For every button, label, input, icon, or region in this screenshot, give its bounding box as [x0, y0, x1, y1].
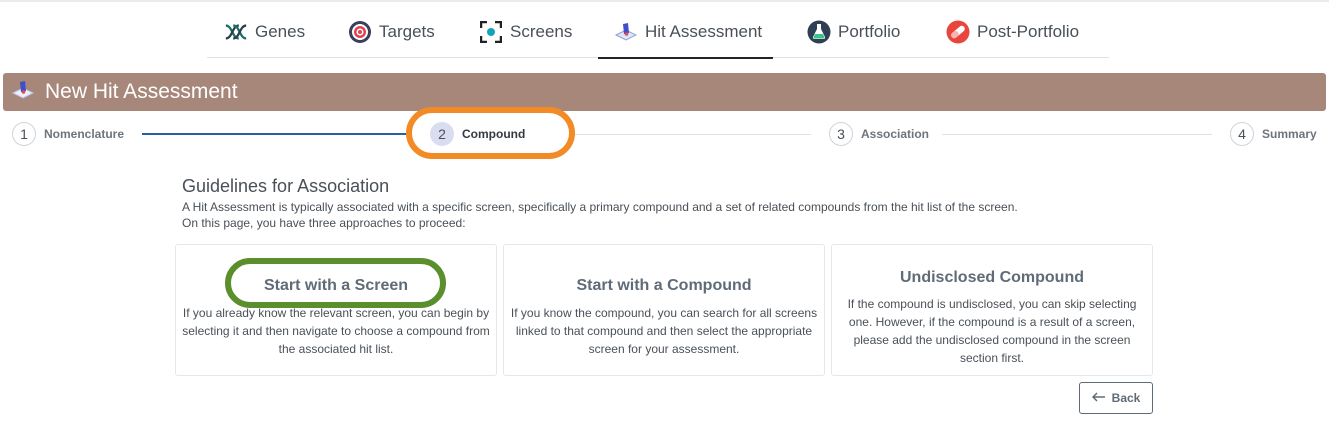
back-button[interactable]: Back	[1079, 382, 1153, 414]
step-summary[interactable]: 4 Summary	[1230, 122, 1317, 146]
back-label: Back	[1111, 391, 1141, 405]
dna-icon	[224, 20, 248, 44]
guidelines-title: Guidelines for Association	[182, 176, 390, 196]
step-label: Association	[861, 127, 930, 141]
nav-hit-assessment[interactable]: Hit Assessment	[598, 6, 773, 59]
nav-portfolio[interactable]: Portfolio	[807, 6, 900, 58]
step-number: 4	[1230, 122, 1254, 146]
guidelines-text: A Hit Assessment is typically associated…	[182, 199, 1162, 231]
screen-icon	[479, 20, 503, 44]
nav-label: Screens	[510, 22, 573, 41]
page-banner: New Hit Assessment	[3, 73, 1326, 111]
nav-genes[interactable]: Genes	[224, 6, 305, 58]
highlight-ring-orange	[406, 107, 575, 159]
step-label: Summary	[1262, 127, 1317, 141]
nav-label: Post-Portfolio	[977, 22, 1080, 41]
nav-screens[interactable]: Screens	[479, 6, 572, 58]
nav-label: Genes	[255, 22, 306, 41]
option-description: If you already know the relevant screen,…	[182, 306, 490, 356]
option-title: Undisclosed Compound	[900, 269, 1084, 286]
option-description: If the compound is undisclosed, you can …	[847, 297, 1137, 365]
nav-post-portfolio[interactable]: Post-Portfolio	[946, 6, 1079, 58]
step-nomenclature[interactable]: 1 Nomenclature	[12, 122, 124, 146]
step-connector	[570, 134, 811, 135]
highlight-ring-green	[225, 258, 446, 308]
page-title: New Hit Assessment	[45, 80, 238, 103]
nav-label: Hit Assessment	[645, 22, 763, 41]
flask-icon	[807, 20, 831, 44]
option-card-compound[interactable]: Start with a Compound If you know the co…	[503, 244, 825, 376]
nav-targets[interactable]: Targets	[348, 6, 435, 58]
step-association[interactable]: 3 Association	[829, 122, 929, 146]
step-connector-done	[142, 133, 410, 135]
step-label: Nomenclature	[44, 127, 125, 141]
nav-label: Targets	[379, 22, 435, 41]
step-number: 1	[12, 122, 36, 146]
hit-assessment-icon	[11, 79, 35, 106]
step-connector	[942, 134, 1212, 135]
step-number: 3	[829, 122, 853, 146]
guidelines-line: A Hit Assessment is typically associated…	[182, 200, 1018, 214]
option-card-undisclosed[interactable]: Undisclosed Compound If the compound is …	[831, 244, 1153, 376]
nav-label: Portfolio	[838, 22, 901, 41]
arrow-left-icon	[1091, 391, 1106, 405]
option-description: If you know the compound, you can search…	[510, 306, 818, 356]
guidelines-line: On this page, you have three approaches …	[182, 216, 466, 230]
pill-icon	[946, 20, 970, 44]
top-border	[0, 0, 1329, 2]
hit-assessment-icon	[614, 20, 638, 44]
main-nav: Genes Targets Screens Hit Assessment Por…	[207, 6, 1109, 59]
option-title: Start with a Compound	[576, 277, 752, 294]
target-icon	[348, 20, 372, 44]
